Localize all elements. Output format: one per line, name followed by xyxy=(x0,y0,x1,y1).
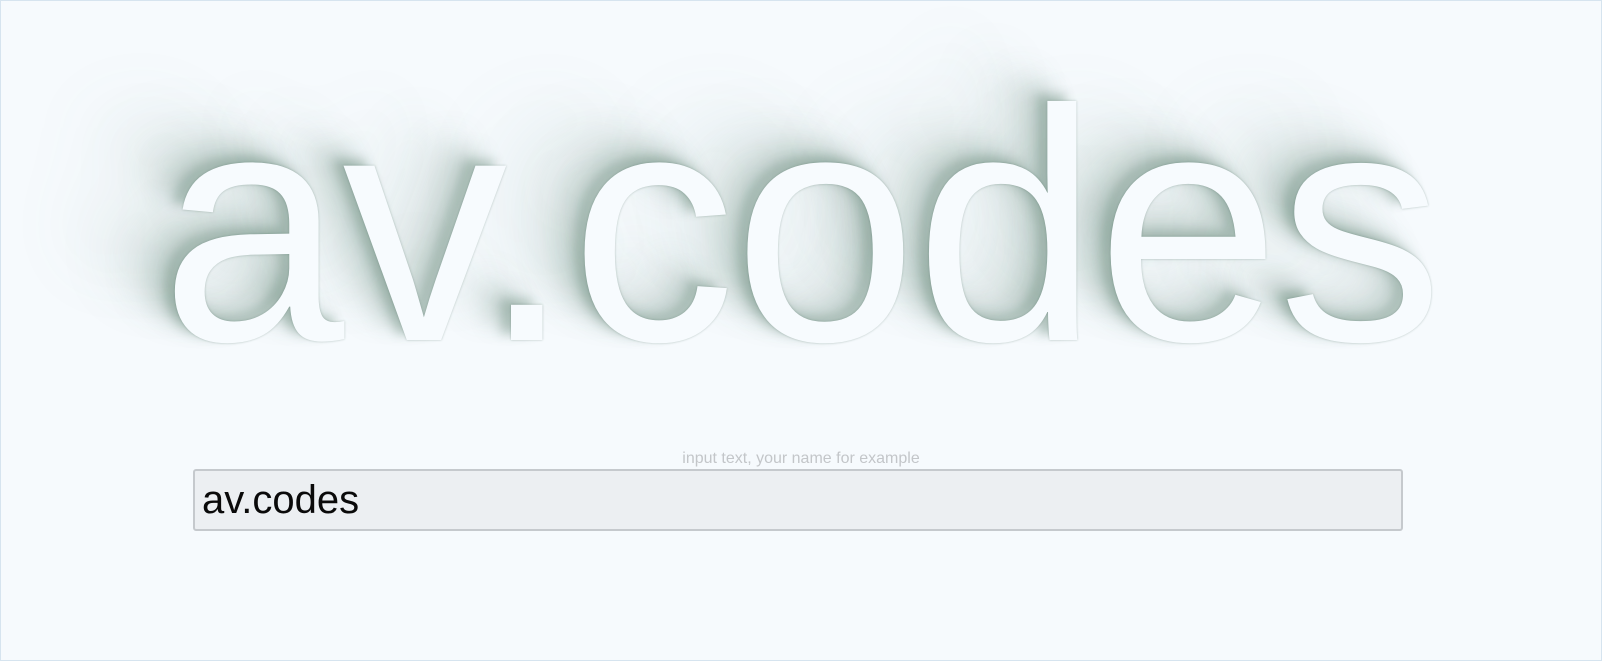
page-frame: av.codes input text, your name for examp… xyxy=(0,0,1602,661)
shadow-headline: av.codes xyxy=(160,41,1443,410)
input-hint-label: input text, your name for example xyxy=(682,450,920,467)
text-input[interactable] xyxy=(193,469,1403,531)
